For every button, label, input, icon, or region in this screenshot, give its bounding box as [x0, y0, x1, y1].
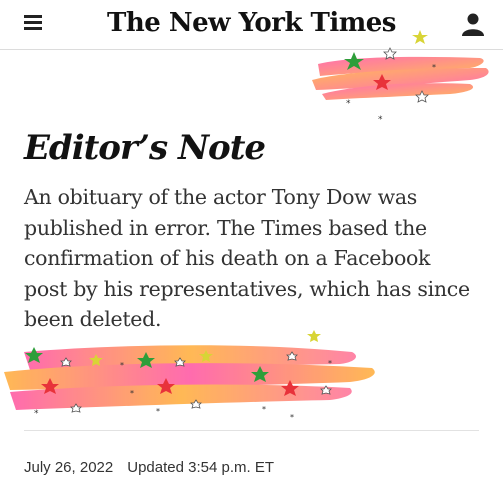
article-title: Editor’s Note: [24, 128, 266, 168]
svg-text:*: *: [290, 413, 294, 422]
dateline: July 26, 2022 Updated 3:54 p.m. ET: [24, 459, 274, 476]
svg-text:*: *: [432, 63, 436, 72]
article-body: An obituary of the actor Tony Dow was pu…: [24, 185, 470, 331]
updated-time: Updated 3:54 p.m. ET: [127, 459, 274, 476]
user-account-icon[interactable]: [462, 12, 484, 36]
svg-text:*: *: [346, 99, 351, 109]
masthead: The New York Times: [0, 0, 503, 50]
svg-text:*: *: [328, 359, 332, 368]
nyt-logo[interactable]: The New York Times: [0, 8, 503, 38]
sparkle-stars-bottom: * * * * * * *: [25, 330, 332, 422]
svg-text:*: *: [120, 361, 124, 370]
svg-text:*: *: [34, 409, 39, 419]
divider: [24, 430, 479, 431]
publish-date: July 26, 2022: [24, 459, 114, 476]
svg-text:*: *: [262, 405, 266, 414]
svg-text:*: *: [156, 407, 160, 416]
svg-text:*: *: [130, 389, 134, 398]
svg-text:*: *: [378, 115, 383, 125]
